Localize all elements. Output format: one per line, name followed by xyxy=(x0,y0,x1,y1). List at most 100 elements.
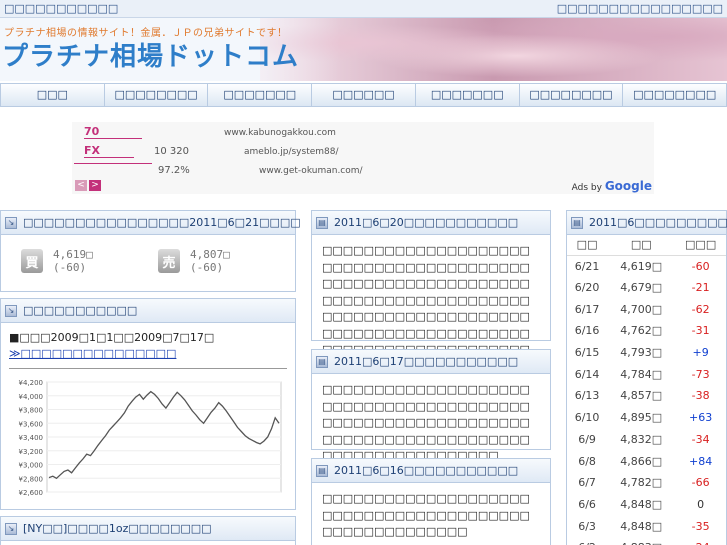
ad-next-button[interactable]: > xyxy=(89,180,101,191)
table-cell-price: 4,895□ xyxy=(620,411,663,425)
nav-item-7[interactable]: □□□□□□□□ xyxy=(623,84,726,106)
table-row: 6/8 4,866□ +84 xyxy=(567,450,726,472)
table-cell-change: +63 xyxy=(689,411,713,425)
chart-period: ■□□□2009□1□1□□2009□7□17□ xyxy=(9,331,215,344)
table-cell-date: 6/13 xyxy=(574,389,600,403)
table-cell-price: 4,793□ xyxy=(620,346,663,360)
top-left-text[interactable]: □□□□□□□□□□□ xyxy=(4,2,118,15)
news-title-3[interactable]: 2011□6□16□□□□□□□□□□□ xyxy=(334,464,518,477)
table-cell-price: 4,857□ xyxy=(620,389,663,403)
price-table-title: 2011□6□□□□□□□□□□□□ xyxy=(589,216,727,229)
table-cell-date: 6/7 xyxy=(578,476,596,490)
table-cell-date: 6/6 xyxy=(578,497,596,511)
ad-prev-button[interactable]: < xyxy=(75,180,87,191)
nav-item-3[interactable]: □□□□□□□ xyxy=(208,84,313,106)
ny-price-box: ↘ [NY□□]□□□□1oz□□□□□□□□ xyxy=(0,516,296,545)
ads-by-google[interactable]: Ads by Google xyxy=(572,179,652,193)
chart-y-tick-label: ¥3,200 xyxy=(19,448,44,456)
site-header: プラチナ相場の情報サイト！金属．ＪＰの兄弟サイトです！ プラチナ相場ドットコム xyxy=(0,18,727,81)
table-cell-change: +84 xyxy=(689,454,713,468)
table-cell-price: 4,679□ xyxy=(620,281,663,295)
price-box-title: □□□□□□□□□□□□□□□□2011□6□21□□□□ xyxy=(23,216,301,229)
news-body-3: □□□□□□□□□□□□□□□□□□□□□□□□□□□□□□□□□□□□□□□□… xyxy=(322,492,530,538)
table-cell-price: 4,619□ xyxy=(620,259,663,273)
table-cell-change: -73 xyxy=(691,367,710,381)
table-cell-date: 6/21 xyxy=(574,259,600,273)
table-cell-change: -66 xyxy=(691,476,710,490)
main-nav: □□□ □□□□□□□□ □□□□□□□ □□□□□□ □□□□□□□ □□□□… xyxy=(0,83,727,107)
chart-box-title: □□□□□□□□□□□ xyxy=(23,304,138,317)
table-row: 6/3 4,848□ -35 xyxy=(567,515,726,537)
table-header-price: □□ xyxy=(607,235,676,256)
nav-item-2[interactable]: □□□□□□□□ xyxy=(105,84,209,106)
ad-link-2[interactable]: FX xyxy=(84,144,134,158)
table-cell-change: -21 xyxy=(691,281,710,295)
table-cell-change: -24 xyxy=(675,537,726,545)
ad-url-2[interactable]: ameblo.jp/system88/ xyxy=(244,147,339,157)
price-table-box: ▤ 2011□6□□□□□□□□□□□□ □□ □□ □□□ 6/21 4,619… xyxy=(566,210,727,545)
ny-price-box-title: [NY□□]□□□□1oz□□□□□□□□ xyxy=(23,522,212,535)
table-cell-change: -35 xyxy=(691,519,710,533)
ad-text-2: 10 320 xyxy=(154,146,189,157)
table-cell-change: -62 xyxy=(691,302,710,316)
table-cell-price: 4,784□ xyxy=(620,367,663,381)
top-right-text[interactable]: □□□□□□□□□□□□□□□□ xyxy=(557,2,723,15)
nav-item-5[interactable]: □□□□□□□ xyxy=(416,84,520,106)
table-cell-date: 6/17 xyxy=(574,302,600,316)
news-box-1: ▤ 2011□6□20□□□□□□□□□□□ □□□□□□□□□□□□□□□□□… xyxy=(311,210,551,373)
ad-url-3[interactable]: www.get-okuman.com/ xyxy=(259,166,363,176)
table-cell-price: 4,782□ xyxy=(620,476,663,490)
table-cell-price: 4,848□ xyxy=(620,497,663,511)
arrow-icon: ↘ xyxy=(5,304,17,317)
price-box-header: ↘ □□□□□□□□□□□□□□□□2011□6□21□□□□ xyxy=(1,211,301,235)
table-cell-change: -38 xyxy=(691,389,710,403)
nav-item-6[interactable]: □□□□□□□□ xyxy=(520,84,624,106)
sell-price: 4,807□ (-60) xyxy=(190,248,230,274)
nav-item-4[interactable]: □□□□□□ xyxy=(312,84,416,106)
chart-box-header: ↘ □□□□□□□□□□□ xyxy=(1,299,295,323)
table-cell-change: -31 xyxy=(691,324,710,338)
table-cell-price: 4,762□ xyxy=(620,324,663,338)
document-icon: ▤ xyxy=(571,216,583,229)
buy-chip: 買 xyxy=(21,249,44,273)
site-logo-title[interactable]: プラチナ相場ドットコム xyxy=(2,36,299,73)
table-cell-price: 4,832□ xyxy=(620,432,663,446)
news-title-2[interactable]: 2011□6□17□□□□□□□□□□□ xyxy=(334,355,518,368)
table-cell-date: 6/2 xyxy=(567,537,607,545)
chart-y-tick-label: ¥3,400 xyxy=(19,434,44,442)
ad-link-3[interactable] xyxy=(74,163,152,164)
chart-y-tick-label: ¥2,800 xyxy=(19,475,44,483)
chart-y-tick-label: ¥3,600 xyxy=(19,420,44,428)
sell-chip: 売 xyxy=(158,249,181,273)
arrow-icon: ↘ xyxy=(5,216,17,229)
table-cell-date: 6/20 xyxy=(574,281,600,295)
table-cell-date: 6/14 xyxy=(574,367,600,381)
table-cell-price: 4,883□ xyxy=(607,537,675,545)
table-header-change: □□□ xyxy=(675,235,726,256)
document-icon: ▤ xyxy=(316,355,328,368)
ad-link-1[interactable]: 70 xyxy=(84,125,142,139)
table-row: 6/14 4,784□ -73 xyxy=(567,363,726,385)
news-title-1[interactable]: 2011□6□20□□□□□□□□□□□ xyxy=(334,216,518,229)
price-table: □□ □□ □□□ 6/21 4,619□ -60 6/20 4,679□ -21 6/17… xyxy=(567,235,726,545)
table-cell-date: 6/10 xyxy=(574,411,600,425)
nav-item-1[interactable]: □□□ xyxy=(1,84,105,106)
chart-box: ↘ □□□□□□□□□□□ ■□□□2009□1□1□□2009□7□17□ ≫… xyxy=(0,298,296,510)
table-cell-price: 4,866□ xyxy=(620,454,663,468)
chart-y-tick-label: ¥2,600 xyxy=(19,489,44,497)
chart-y-tick-label: ¥3,000 xyxy=(19,462,44,470)
chart-detail-link[interactable]: ≫□□□□□□□□□□□□□□□ xyxy=(9,347,176,360)
ad-text-3: 97.2% xyxy=(158,165,190,176)
buy-price: 4,619□ (-60) xyxy=(53,248,93,274)
table-header-date: □□ xyxy=(567,235,608,256)
table-cell-price: 4,700□ xyxy=(620,302,663,316)
table-row: 6/6 4,848□ 0 xyxy=(567,494,726,516)
table-row: 6/24,883□-24 xyxy=(567,537,726,545)
table-row: 6/21 4,619□ -60 xyxy=(567,255,726,277)
ad-url-1[interactable]: www.kabunogakkou.com xyxy=(224,128,336,138)
document-icon: ▤ xyxy=(316,216,328,229)
arrow-icon: ↘ xyxy=(5,522,17,535)
ny-price-box-header: ↘ [NY□□]□□□□1oz□□□□□□□□ xyxy=(1,517,295,541)
table-row: 6/13 4,857□ -38 xyxy=(567,385,726,407)
table-cell-change: 0 xyxy=(697,497,705,511)
